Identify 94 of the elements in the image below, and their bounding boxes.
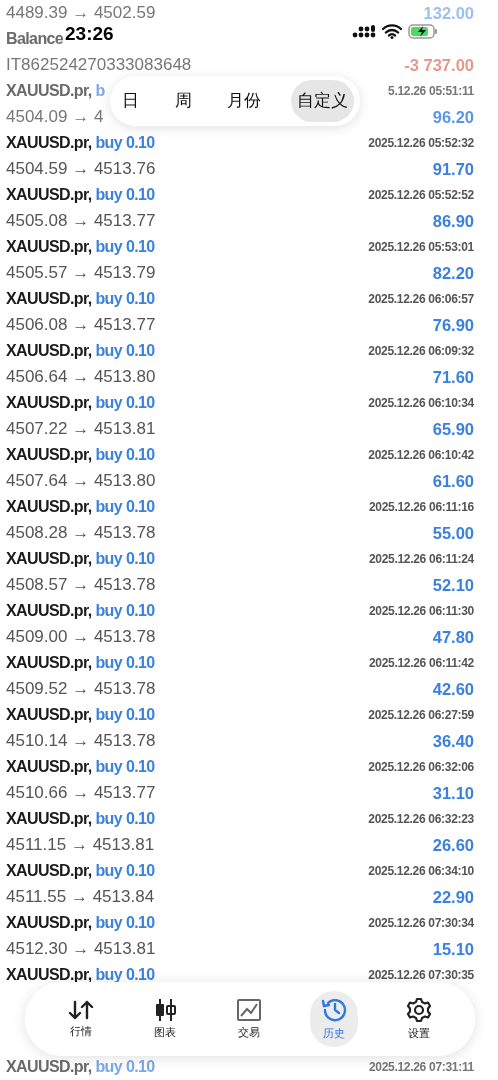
deal-time: 2025.12.26 07:30:35 (368, 967, 474, 984)
deal-title: XAUUSD.pr, buy 0.10 (6, 861, 155, 881)
deal-profit: 36.40 (432, 730, 474, 752)
signal-icon (352, 24, 376, 39)
deal-time: 2025.12.26 05:52:52 (368, 187, 474, 204)
deal-title: XAUUSD.pr, buy 0.10 (6, 809, 155, 829)
deal-prices: 4506.08 → 4513.77 (6, 314, 156, 337)
deal-prices: 4504.59 → 4513.76 (6, 158, 156, 181)
deal-time: 2025.12.26 06:11:30 (368, 603, 474, 620)
deal-title: Balance (6, 29, 64, 49)
nav-tab[interactable]: 图表 (142, 991, 188, 1047)
deal-prices: 4506.64 → 4513.80 (6, 366, 156, 389)
battery-icon (408, 24, 438, 39)
deal-time: 2025.12.26 06:11:42 (368, 655, 474, 672)
wifi-icon (382, 24, 402, 39)
deal-title: XAUUSD.pr, buy 0.10 (6, 289, 155, 309)
line-chart-icon (236, 997, 262, 1022)
deal-title: XAUUSD.pr, buy 0.10 (6, 601, 155, 621)
deal-profit: 86.90 (432, 210, 474, 232)
deal-profit: 52.10 (432, 574, 474, 596)
up-down-arrows-icon (68, 998, 94, 1021)
deal-profit: -3 737.00 (404, 54, 474, 76)
deal-title: XAUUSD.pr, buy 0.10 (6, 757, 155, 777)
deal-time: 2025.12.26 06:09:32 (368, 343, 474, 360)
deal-title: XAUUSD.pr, buy 0.10 (6, 1057, 155, 1077)
deal-prices: 4510.66 → 4513.77 (6, 782, 156, 805)
deal-title: XAUUSD.pr, buy 0.10 (6, 133, 155, 153)
deal-prices: 4507.64 → 4513.80 (6, 470, 156, 493)
deal-time: 2025.12.26 05:52:32 (368, 135, 474, 152)
deal-title: XAUUSD.pr, buy 0.10 (6, 705, 155, 725)
deal-prices: 4511.55 → 4513.84 (6, 886, 155, 909)
deal-time: 2025.12.26 06:11:24 (368, 551, 474, 568)
deal-prices: 4507.22 → 4513.81 (6, 418, 156, 441)
deal-title: XAUUSD.pr, buy 0.10 (6, 393, 155, 413)
deal-title: XAUUSD.pr, buy 0.10 (6, 445, 155, 465)
deal-profit: 22.90 (432, 886, 474, 908)
deal-prices: 4510.14 → 4513.78 (6, 730, 156, 753)
deal-comment: IT862524270333083648 (6, 54, 192, 77)
deal-profit: 26.60 (432, 834, 474, 856)
deal-time: 2025.12.26 06:34:10 (368, 863, 474, 880)
deal-profit: 65.90 (432, 418, 474, 440)
deal-prices: 4489.39 → 4502.59 (6, 2, 156, 25)
deal-profit: 132.00 (423, 2, 474, 24)
deal-profit: 55.00 (432, 522, 474, 544)
deal-title: XAUUSD.pr, buy 0.10 (6, 653, 155, 673)
settings-icon (406, 996, 432, 1023)
deal-profit: 76.90 (432, 314, 474, 336)
deal-time: 2025.12.26 06:32:06 (368, 759, 474, 776)
deal-title: XAUUSD.pr, buy 0.10 (6, 237, 155, 257)
deal-title: XAUUSD.pr, buy 0.10 (6, 341, 155, 361)
status-time: 23:26 (65, 22, 114, 46)
deal-profit: 91.70 (432, 158, 474, 180)
deal-time: 2025.12.26 06:06:57 (368, 291, 474, 308)
deal-time: 2025.12.26 06:11:16 (368, 499, 474, 516)
period-tab[interactable]: 自定义 (290, 80, 354, 122)
deal-time: 2025.12.26 07:30:34 (368, 915, 474, 932)
deal-time: 2025.12.26 06:10:42 (368, 447, 474, 464)
deal-profit: 96.20 (432, 106, 474, 128)
deal-time: 2025.12.26 06:27:59 (368, 707, 474, 724)
deal-title: XAUUSD.pr, buy 0.10 (6, 965, 155, 985)
deal-profit: 15.10 (432, 938, 474, 960)
deal-prices: 4509.52 → 4513.78 (6, 678, 156, 701)
deal-prices: 4505.08 → 4513.77 (6, 210, 156, 233)
period-tab[interactable]: 月份 (221, 80, 268, 122)
deal-time: 2025.12.26 06:32:23 (368, 811, 474, 828)
deal-profit: 31.10 (432, 782, 474, 804)
deal-profit: 82.20 (432, 262, 474, 284)
period-tab[interactable]: 周 (168, 80, 198, 122)
deal-prices: 4511.15 → 4513.81 (6, 834, 155, 857)
deal-profit: 61.60 (432, 470, 474, 492)
deal-time: 2025.12.26 06:10:34 (368, 395, 474, 412)
deal-time: 5.12.26 05:51:11 (388, 83, 474, 100)
deal-title: XAUUSD.pr, buy 0.10 (6, 497, 155, 517)
deal-title: XAUUSD.pr, buy 0.10 (6, 185, 155, 205)
deal-title: XAUUSD.pr, buy 0.10 (6, 913, 155, 933)
deal-profit: 47.80 (432, 626, 474, 648)
deal-prices: 4508.57 → 4513.78 (6, 574, 156, 597)
deal-prices: 4509.00 → 4513.78 (6, 626, 156, 649)
deal-profit: 42.60 (432, 678, 474, 700)
period-tab[interactable]: 日 (116, 80, 145, 122)
history-icon (320, 996, 348, 1023)
deal-title: XAUUSD.pr, buy 0.10 (6, 549, 155, 569)
deal-time: 2025.12.26 07:31:11 (368, 1059, 474, 1076)
deal-prices: 4508.28 → 4513.78 (6, 522, 156, 545)
nav-tab[interactable]: 行情 (58, 992, 104, 1046)
deal-prices: 4505.57 → 4513.79 (6, 262, 156, 285)
nav-tab[interactable]: 历史 (310, 990, 358, 1048)
nav-tab[interactable]: 设置 (396, 990, 442, 1048)
deal-prices: 4512.30 → 4513.81 (6, 938, 156, 961)
nav-tab[interactable]: 交易 (226, 991, 272, 1047)
deal-time: 2025.12.26 05:53:01 (368, 239, 474, 256)
deal-title: XAUUSD.pr, b (6, 81, 105, 101)
deal-profit: 71.60 (432, 366, 474, 388)
deal-prices: 4504.09 → 4 (6, 106, 104, 129)
